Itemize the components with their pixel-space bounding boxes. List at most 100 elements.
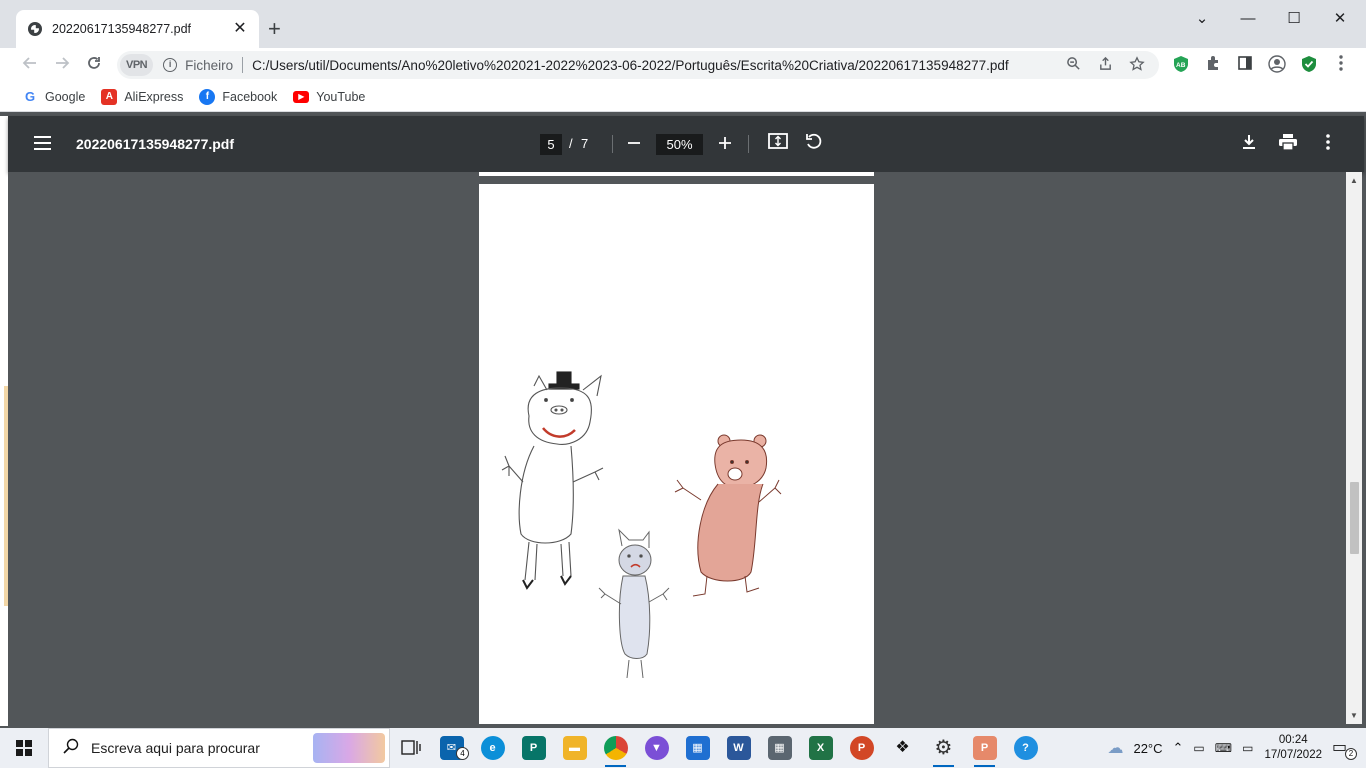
bookmark-youtube[interactable]: ▶ YouTube xyxy=(293,90,365,104)
security-shield-icon[interactable] xyxy=(1299,55,1319,75)
scroll-up-arrow-icon[interactable]: ▲ xyxy=(1350,176,1358,185)
settings-app[interactable]: ⚙ xyxy=(923,728,964,768)
share-icon[interactable] xyxy=(1095,56,1115,74)
browser-toolbar: VPN i Ficheiro C:/Users/util/Documents/A… xyxy=(0,48,1366,82)
publisher-app[interactable]: P xyxy=(513,728,554,768)
reload-button[interactable] xyxy=(84,55,104,75)
powerpoint-app[interactable]: P xyxy=(841,728,882,768)
meet-now-icon[interactable]: ▭ xyxy=(1193,741,1204,755)
powerpoint-document-app[interactable]: P xyxy=(964,728,1005,768)
extensions-puzzle-icon[interactable] xyxy=(1203,55,1223,75)
store-icon: ▦ xyxy=(685,736,710,760)
calculator-icon: ▦ xyxy=(767,736,792,760)
powerpoint-icon: P xyxy=(849,736,874,760)
youtube-icon: ▶ xyxy=(293,90,310,103)
scrollbar-thumb[interactable] xyxy=(1350,482,1359,554)
vpn-app-icon: ▼ xyxy=(644,736,669,760)
help-app[interactable]: ? xyxy=(1005,728,1046,768)
menu-icon[interactable] xyxy=(34,136,51,150)
bookmark-facebook[interactable]: f Facebook xyxy=(199,88,278,105)
store-app[interactable]: ▦ xyxy=(677,728,718,768)
maximize-button[interactable]: ☐ xyxy=(1282,8,1306,30)
close-window-button[interactable]: ✕ xyxy=(1328,8,1352,30)
file-explorer-app[interactable]: ▬ xyxy=(554,728,595,768)
notification-center-button[interactable]: ▭ 2 xyxy=(1332,737,1357,760)
divider xyxy=(242,57,244,73)
bookmark-star-icon[interactable] xyxy=(1127,55,1147,75)
edge-icon: e xyxy=(480,736,505,760)
childrens-drawing xyxy=(501,371,782,679)
word-app[interactable]: W xyxy=(718,728,759,768)
url-text[interactable]: C:/Users/util/Documents/Ano%20letivo%202… xyxy=(252,58,1063,73)
publisher-icon: P xyxy=(521,736,546,760)
tab-close-button[interactable]: ✕ xyxy=(231,20,249,38)
divider xyxy=(612,135,613,153)
task-view-button[interactable] xyxy=(390,728,431,768)
keyboard-icon[interactable]: ⌨ xyxy=(1215,741,1232,755)
mail-app[interactable]: ✉ 4 xyxy=(431,728,472,768)
mail-badge: 4 xyxy=(456,747,469,760)
excel-icon: X xyxy=(808,736,833,760)
start-button[interactable] xyxy=(0,728,48,768)
bookmark-aliexpress[interactable]: A AliExpress xyxy=(101,88,184,105)
bookmark-label: Facebook xyxy=(222,89,278,104)
pdf-viewport[interactable] xyxy=(8,172,1346,724)
dropbox-icon: ❖ xyxy=(895,739,910,756)
edge-app[interactable]: e xyxy=(472,728,513,768)
zoom-out-button[interactable] xyxy=(622,132,646,156)
windows-logo-icon xyxy=(16,740,32,756)
weather-cloud-icon[interactable]: ☁ xyxy=(1107,738,1123,758)
new-tab-button[interactable]: + xyxy=(268,18,281,40)
zoom-in-button[interactable] xyxy=(713,132,737,156)
pdf-page-5 xyxy=(479,184,874,724)
vpn-button[interactable]: VPN xyxy=(120,54,154,76)
facebook-icon: f xyxy=(199,88,216,105)
side-panel-icon[interactable] xyxy=(1235,55,1255,75)
bookmarks-bar: G Google A AliExpress f Facebook ▶ YouTu… xyxy=(0,82,1366,112)
zoom-icon[interactable] xyxy=(1063,56,1083,74)
minimize-button[interactable]: — xyxy=(1236,8,1260,30)
weather-temperature[interactable]: 22°C xyxy=(1133,741,1162,756)
tab-search-button[interactable]: ⌄ xyxy=(1190,8,1214,30)
print-button[interactable] xyxy=(1276,132,1300,156)
divider xyxy=(748,135,749,153)
calculator-app[interactable]: ▦ xyxy=(759,728,800,768)
address-bar[interactable]: VPN i Ficheiro C:/Users/util/Documents/A… xyxy=(117,51,1159,79)
page-number-input[interactable]: 5 xyxy=(540,134,562,155)
help-icon: ? xyxy=(1013,736,1038,760)
chrome-app[interactable] xyxy=(595,728,636,768)
zoom-input[interactable]: 50% xyxy=(656,134,703,155)
clock[interactable]: 00:24 17/07/2022 xyxy=(1264,733,1322,763)
more-actions-button[interactable] xyxy=(1316,132,1340,156)
rotate-icon xyxy=(806,133,822,149)
profile-icon[interactable] xyxy=(1267,55,1287,75)
bookmark-google[interactable]: G Google xyxy=(22,88,85,105)
clock-time: 00:24 xyxy=(1278,734,1308,746)
chevron-up-icon[interactable]: ⌃ xyxy=(1173,740,1184,756)
info-icon[interactable]: i xyxy=(163,58,178,72)
aliexpress-icon: A xyxy=(101,88,118,105)
tab-pdf[interactable]: 20220617135948277.pdf ✕ xyxy=(16,10,259,48)
adblock-extension-icon[interactable]: AB xyxy=(1171,55,1191,75)
globe-icon xyxy=(28,22,42,36)
fit-page-button[interactable] xyxy=(766,132,790,156)
excel-app[interactable]: X xyxy=(800,728,841,768)
browser-menu-icon[interactable] xyxy=(1331,55,1351,75)
bookmark-label: AliExpress xyxy=(124,89,184,104)
tab-strip: 20220617135948277.pdf ✕ + ⌄ — ☐ ✕ xyxy=(0,0,1366,48)
forward-button[interactable] xyxy=(52,55,72,75)
rotate-button[interactable] xyxy=(802,132,826,156)
pig-drawing xyxy=(501,371,604,590)
reload-icon xyxy=(88,57,100,69)
network-icon[interactable]: ▭ xyxy=(1242,741,1253,755)
dropbox-app[interactable]: ❖ xyxy=(882,728,923,768)
taskbar-search[interactable]: Escreva aqui para procurar xyxy=(48,728,390,768)
download-button[interactable] xyxy=(1237,132,1261,156)
vpn-app[interactable]: ▼ xyxy=(636,728,677,768)
vertical-scrollbar[interactable]: ▲ ▼ xyxy=(1346,172,1362,724)
minus-icon xyxy=(628,142,640,144)
total-pages: 7 xyxy=(581,136,589,151)
scroll-down-arrow-icon[interactable]: ▼ xyxy=(1350,711,1358,720)
arrow-left-icon xyxy=(22,57,36,69)
back-button[interactable] xyxy=(20,55,40,75)
